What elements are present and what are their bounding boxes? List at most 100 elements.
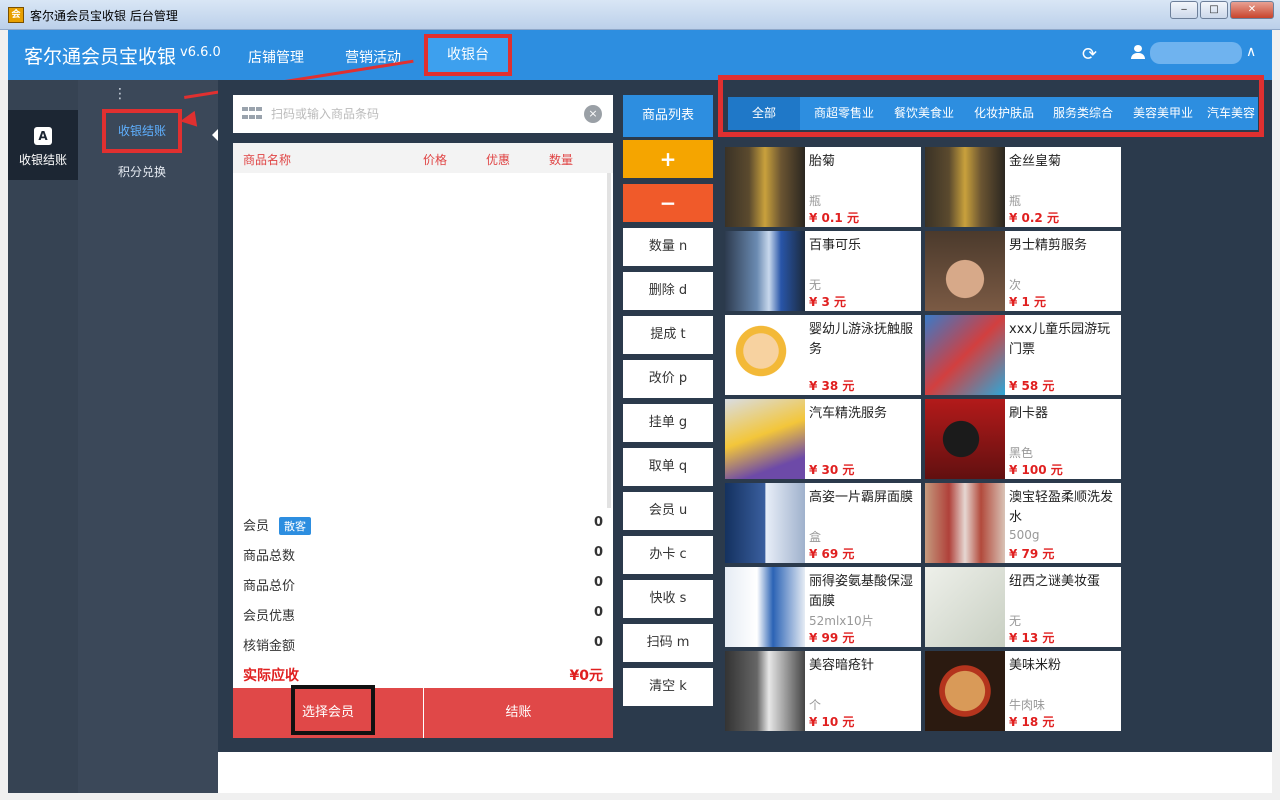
sidebar-item-checkout[interactable]: A 收银结账: [8, 110, 78, 180]
scan-button[interactable]: 扫码 m: [623, 624, 713, 662]
product-unit: 无: [809, 278, 822, 292]
walk-in-badge[interactable]: 散客: [279, 517, 312, 535]
cart-scrollbar[interactable]: [607, 173, 611, 508]
product-card[interactable]: 丽得姿氨基酸保湿面膜 52mlx10片 ¥ 99 元: [725, 567, 921, 647]
member-button[interactable]: 会员 u: [623, 492, 713, 530]
product-image: [725, 231, 805, 311]
tab-services[interactable]: 服务类综合: [1053, 97, 1113, 130]
product-image: [925, 315, 1005, 395]
retrieve-order-button[interactable]: 取单 q: [623, 448, 713, 486]
product-name: 纽西之谜美妆蛋: [1009, 574, 1101, 589]
change-price-button[interactable]: 改价 p: [623, 360, 713, 398]
product-card[interactable]: 美容暗疮针个 ¥ 10 元: [725, 651, 921, 731]
tab-all[interactable]: 全部: [728, 97, 800, 130]
product-name: 刷卡器: [1009, 406, 1049, 421]
bottom-status-area: [218, 752, 1272, 793]
cart-panel: 商品名称 价格 优惠 数量 会员 散客 0 商品总数 0 商品总价 0 会员优惠 0 核…: [233, 143, 613, 738]
user-name[interactable]: [1150, 42, 1242, 64]
product-unit: 盒: [809, 530, 822, 544]
product-name: 美容暗疮针: [809, 658, 875, 673]
nav-store-management[interactable]: 店铺管理: [248, 47, 304, 67]
product-name: 胎菊: [809, 154, 836, 169]
tab-food[interactable]: 餐饮美食业: [894, 97, 954, 130]
select-member-button[interactable]: 选择会员: [233, 685, 423, 738]
product-card[interactable]: 汽车精洗服务 ¥ 30 元: [725, 399, 921, 479]
product-card[interactable]: 男士精剪服务次 ¥ 1 元: [925, 231, 1121, 311]
plus-button[interactable]: +: [623, 140, 713, 178]
product-image: [925, 483, 1005, 563]
commission-button[interactable]: 提成 t: [623, 316, 713, 354]
nav-cashier[interactable]: 收银台: [424, 34, 512, 76]
barcode-search: ×: [233, 95, 613, 133]
product-card[interactable]: 高姿一片霸屏面膜盒 ¥ 69 元: [725, 483, 921, 563]
clear-cart-button[interactable]: 清空 k: [623, 668, 713, 706]
tab-cosmetics[interactable]: 化妆护肤品: [974, 97, 1034, 130]
product-price: ¥ 99 元: [809, 631, 855, 645]
tab-car-care[interactable]: 汽车美容: [1207, 97, 1255, 130]
product-card[interactable]: 胎菊瓶 ¥ 0.1 元: [725, 147, 921, 227]
tab-beauty-nails[interactable]: 美容美甲业: [1133, 97, 1193, 130]
clear-icon[interactable]: ×: [584, 105, 602, 123]
tab-retail[interactable]: 商超零售业: [814, 97, 874, 130]
product-list-button[interactable]: 商品列表: [623, 95, 713, 137]
barcode-input[interactable]: [271, 103, 571, 125]
summary-total-price: 商品总价 0: [243, 575, 603, 594]
product-price: ¥ 18 元: [1009, 715, 1055, 729]
product-card[interactable]: 婴幼儿游泳抚触服务 ¥ 38 元: [725, 315, 921, 395]
product-price: ¥ 1 元: [1009, 295, 1047, 309]
product-card[interactable]: 金丝皇菊瓶 ¥ 0.2 元: [925, 147, 1121, 227]
product-unit: 52mlx10片: [809, 614, 874, 628]
product-image: [725, 651, 805, 731]
checkout-icon: A: [34, 127, 52, 145]
minimize-button[interactable]: ‒: [1170, 1, 1198, 19]
submenu-item-points-exchange[interactable]: 积分兑换: [118, 163, 166, 180]
hold-order-button[interactable]: 挂单 g: [623, 404, 713, 442]
product-name: 美味米粉: [1009, 658, 1062, 673]
product-price: ¥ 69 元: [809, 547, 855, 561]
product-unit: 次: [1009, 278, 1022, 292]
issue-card-button[interactable]: 办卡 c: [623, 536, 713, 574]
product-image: [725, 399, 805, 479]
checkout-button[interactable]: 结账: [424, 688, 613, 738]
product-price: ¥ 79 元: [1009, 547, 1055, 561]
product-price: ¥ 3 元: [809, 295, 847, 309]
summary-item-count: 商品总数 0: [243, 545, 603, 564]
maximize-button[interactable]: □: [1200, 1, 1228, 19]
product-image: [925, 147, 1005, 227]
left-icon-bar: A 收银结账: [8, 80, 78, 793]
quick-collect-button[interactable]: 快收 s: [623, 580, 713, 618]
refresh-icon[interactable]: ⟳: [1082, 44, 1097, 65]
product-card[interactable]: xxx儿童乐园游玩门票 ¥ 58 元: [925, 315, 1121, 395]
barcode-grid-icon: [242, 107, 262, 121]
quantity-button[interactable]: 数量 n: [623, 228, 713, 266]
product-name: 金丝皇菊: [1009, 154, 1062, 169]
window-title: 客尔通会员宝收银 后台管理: [30, 9, 178, 23]
product-image: [925, 651, 1005, 731]
product-unit: 无: [1009, 614, 1022, 628]
col-quantity: 数量: [549, 153, 574, 167]
version-label: v6.6.0: [180, 44, 221, 60]
sub-menu: ⋮ 收银结账 积分兑换: [78, 80, 218, 793]
app-logo-icon: 会: [8, 7, 24, 23]
product-card[interactable]: 美味米粉牛肉味 ¥ 18 元: [925, 651, 1121, 731]
user-icon[interactable]: [1131, 45, 1145, 59]
product-unit: 黑色: [1009, 446, 1034, 460]
more-dots-icon[interactable]: ⋮: [113, 86, 127, 102]
product-image: [925, 399, 1005, 479]
product-card[interactable]: 百事可乐无 ¥ 3 元: [725, 231, 921, 311]
submenu-item-checkout[interactable]: 收银结账: [102, 109, 182, 153]
product-unit: 牛肉味: [1009, 698, 1046, 712]
minus-button[interactable]: −: [623, 184, 713, 222]
product-card[interactable]: 刷卡器黑色 ¥ 100 元: [925, 399, 1121, 479]
product-price: ¥ 100 元: [1009, 463, 1063, 477]
product-image: [925, 231, 1005, 311]
cart-header: 商品名称 价格 优惠 数量: [233, 143, 613, 173]
product-card[interactable]: 纽西之谜美妆蛋无 ¥ 13 元: [925, 567, 1121, 647]
product-card[interactable]: 澳宝轻盈柔顺洗发水 500g ¥ 79 元: [925, 483, 1121, 563]
product-name: 丽得姿氨基酸保湿面膜: [809, 574, 914, 609]
col-product-name: 商品名称: [243, 153, 292, 167]
chevron-up-icon[interactable]: ∧: [1246, 44, 1256, 60]
delete-button[interactable]: 删除 d: [623, 272, 713, 310]
product-name: 百事可乐: [809, 238, 862, 253]
close-button[interactable]: ✕: [1230, 1, 1274, 19]
